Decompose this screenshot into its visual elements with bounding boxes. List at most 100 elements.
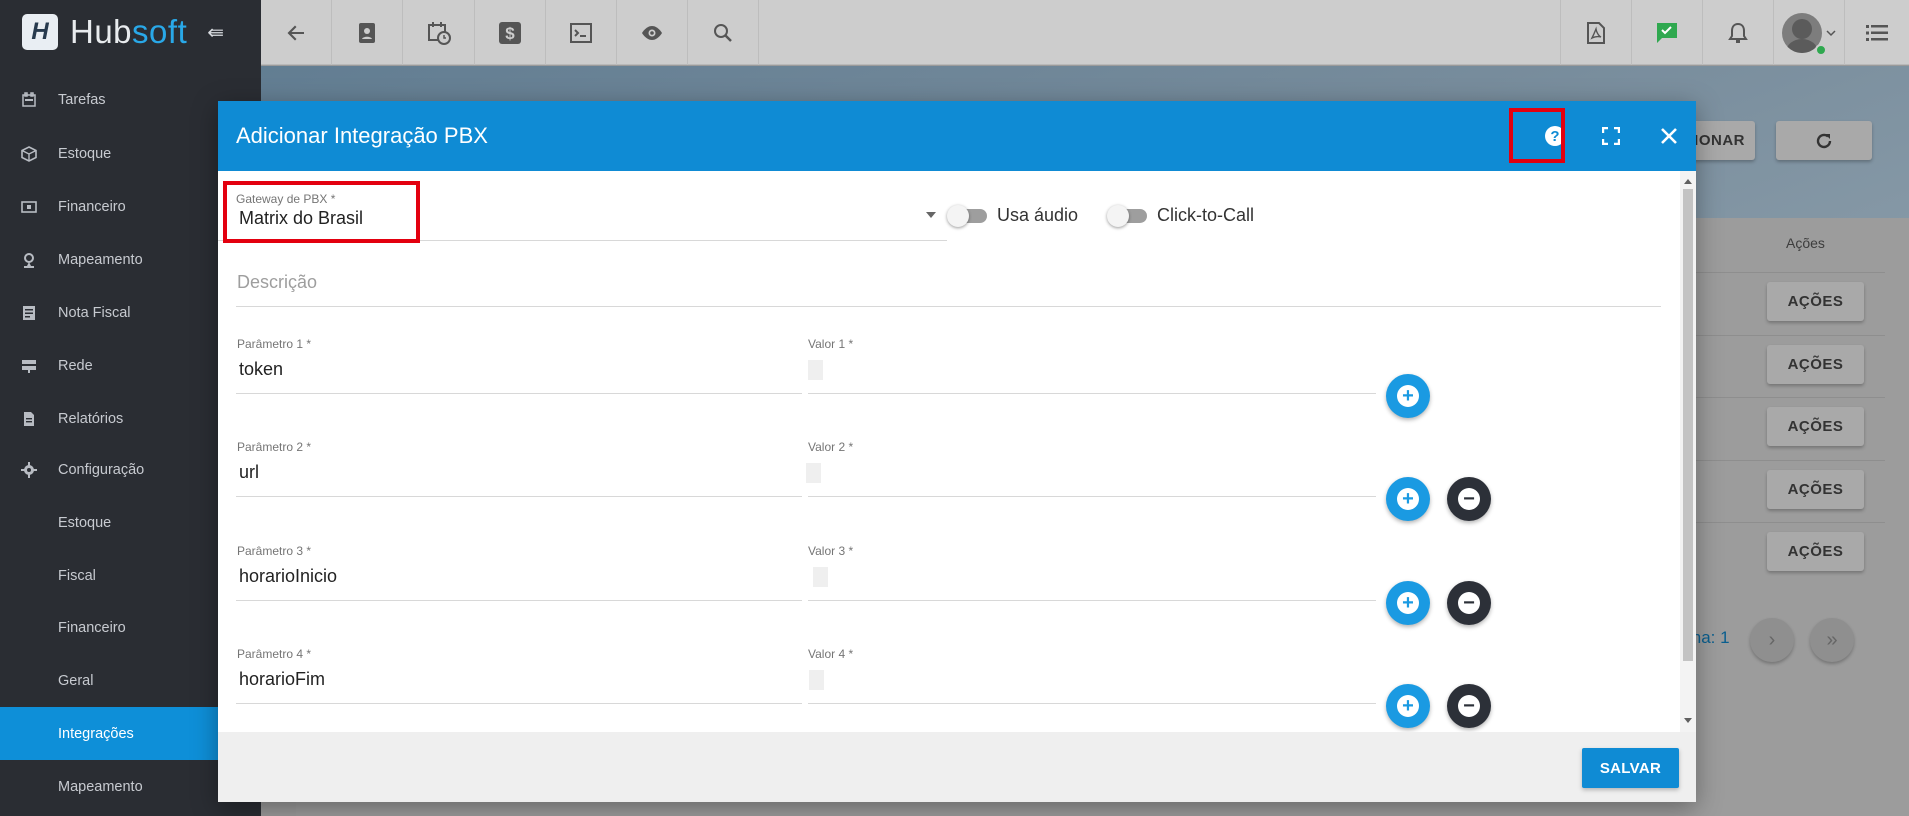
divider [1695,272,1885,273]
close-icon [1661,128,1677,144]
background-acoes-button[interactable]: AÇÕES [1767,345,1864,384]
chat-check-icon [1657,22,1677,43]
calendar-clock-icon [427,21,451,45]
main-menu-button[interactable] [1844,0,1909,65]
remove-parameter-button[interactable]: − [1447,477,1491,521]
topbar: $ [261,0,1909,65]
hubsoft-logo-icon: H [22,14,58,50]
divider [1695,335,1885,336]
report-icon [0,411,58,427]
divider [1695,397,1885,398]
brand-name: Hubsoft [70,13,188,50]
view-button[interactable] [617,0,688,65]
toggle-switch [947,204,987,227]
descricao-input[interactable]: Descrição [236,257,1661,307]
valor-2-input[interactable]: Valor 2 * [806,440,1376,497]
plus-icon: + [1397,592,1419,614]
dollar-icon: $ [499,21,521,44]
scroll-down-arrow-icon[interactable] [1684,718,1692,723]
chevron-right-icon: › [1768,628,1776,651]
close-button[interactable] [1649,116,1689,156]
valor-4-input[interactable]: Valor 4 * [808,647,1376,704]
dialog-scrollbar[interactable] [1680,171,1696,732]
divider [1695,522,1885,523]
background-acoes-button[interactable]: AÇÕES [1767,470,1864,509]
save-button[interactable]: SALVAR [1582,748,1679,788]
parametro-1-input[interactable]: Parâmetro 1 * token [236,337,802,394]
background-refresh-button[interactable] [1776,121,1872,160]
add-parameter-button[interactable]: + [1386,374,1430,418]
money-icon [0,199,58,215]
toggle-switch [1107,204,1147,227]
notifications-button[interactable] [1702,0,1773,65]
background-acoes-header: Ações [1786,235,1825,251]
terminal-icon [570,22,592,43]
pdf-icon [1587,21,1605,44]
document-icon [0,305,58,321]
map-pin-icon [0,252,58,268]
eye-icon [642,25,662,40]
server-icon [0,358,58,374]
add-parameter-button[interactable]: + [1386,477,1430,521]
plus-icon: + [1397,695,1419,717]
svg-text:$: $ [505,24,515,43]
divider [1695,460,1885,461]
dialog-title: Adicionar Integração PBX [236,123,488,148]
valor-3-input[interactable]: Valor 3 * [808,544,1376,601]
masked-value [808,360,823,380]
online-status-dot [1815,44,1827,56]
dialog-header: Adicionar Integração PBX ? [218,101,1696,171]
double-chevron-right-icon: » [1826,628,1838,651]
search-button[interactable] [688,0,759,65]
masked-value [809,670,824,690]
remove-parameter-button[interactable]: − [1447,581,1491,625]
click-to-call-toggle[interactable]: Click-to-Call [1107,204,1254,227]
scroll-thumb[interactable] [1683,189,1693,661]
plus-icon: + [1397,488,1419,510]
remove-parameter-button[interactable]: − [1447,684,1491,728]
pdf-button[interactable] [1560,0,1631,65]
refresh-icon [1816,133,1832,148]
billing-button[interactable]: $ [475,0,546,65]
background-acoes-button[interactable]: AÇÕES [1767,407,1864,446]
back-arrow-icon [287,25,304,40]
add-parameter-button[interactable]: + [1386,581,1430,625]
contacts-button[interactable] [332,0,403,65]
user-menu-button[interactable] [1773,0,1844,65]
box-icon [0,145,58,162]
search-icon [714,23,732,42]
brand: H Hubsoft ⇚ [0,0,261,64]
minus-icon: − [1458,695,1480,717]
back-button[interactable] [261,0,332,65]
plus-icon: + [1397,385,1419,407]
add-pbx-integration-dialog: Adicionar Integração PBX ? Gateway de PB… [218,101,1696,802]
fullscreen-button[interactable] [1591,116,1631,156]
terminal-button[interactable] [546,0,617,65]
masked-value [813,567,828,587]
highlight-box [223,181,420,243]
background-acoes-button[interactable]: AÇÕES [1767,532,1864,571]
dialog-footer: SALVAR [218,732,1696,802]
chevron-down-icon [1826,29,1836,36]
parametro-3-input[interactable]: Parâmetro 3 * horarioInicio [236,544,802,601]
next-page-button[interactable]: › [1750,618,1794,662]
parametro-2-input[interactable]: Parâmetro 2 * url [236,440,802,497]
last-page-button[interactable]: » [1810,618,1854,662]
calendar-icon [0,91,58,108]
minus-icon: − [1458,592,1480,614]
scroll-up-arrow-icon[interactable] [1684,179,1692,184]
dropdown-arrow-icon [926,212,936,218]
menu-icon [1866,24,1888,41]
valor-1-input[interactable]: Valor 1 * [808,337,1376,394]
gear-icon [0,461,58,478]
chat-button[interactable] [1631,0,1702,65]
highlight-box [1509,108,1565,163]
parametro-4-input[interactable]: Parâmetro 4 * horarioFim [236,647,802,704]
background-acoes-button[interactable]: AÇÕES [1767,282,1864,321]
dialog-body: Gateway de PBX * Matrix do Brasil Usa áu… [218,171,1680,732]
schedule-button[interactable] [403,0,475,65]
bell-icon [1728,22,1748,43]
collapse-sidebar-icon[interactable]: ⇚ [207,20,224,45]
usa-audio-toggle[interactable]: Usa áudio [947,204,1078,227]
add-parameter-button[interactable]: + [1386,684,1430,728]
